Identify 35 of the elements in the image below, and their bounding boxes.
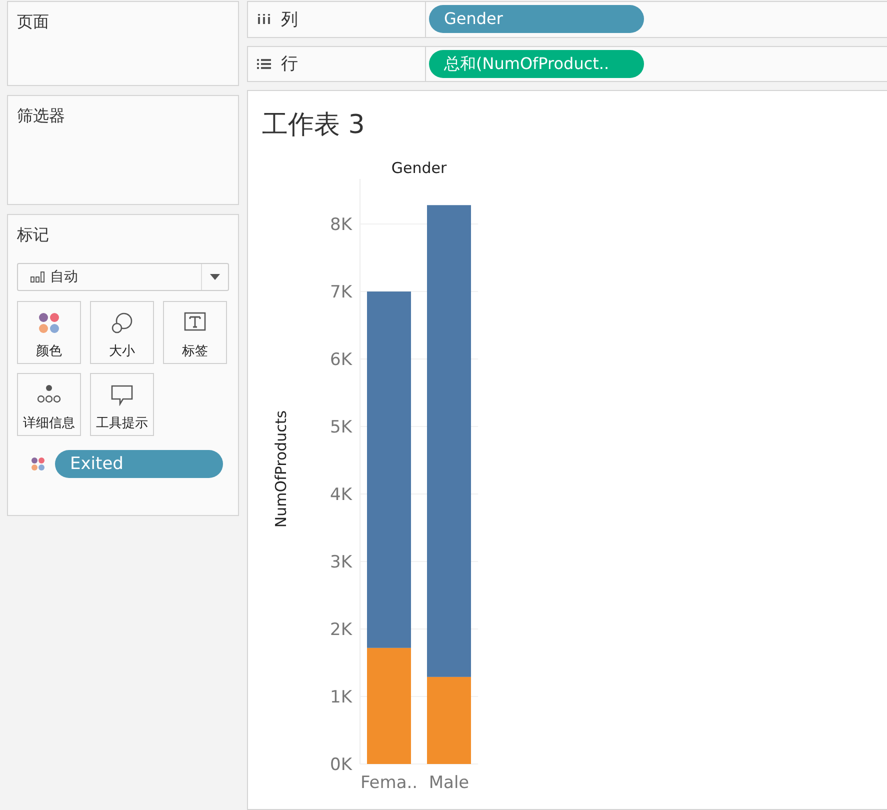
bar-chart-icon (30, 271, 46, 283)
mark-button[interactable]: 标签 (163, 301, 227, 364)
color-dots-icon (38, 312, 60, 334)
worksheet-title: 工作表 3 (262, 109, 366, 142)
mark-button[interactable]: 工具提示 (90, 373, 154, 436)
mark-type-dropdown[interactable]: 自动 (17, 263, 229, 291)
color-dots-icon (31, 457, 45, 471)
dots-icon (37, 384, 61, 404)
axis-tick-label: 8K (330, 215, 352, 236)
axis-tick-label: 2K (330, 620, 352, 640)
category-label: Male (428, 773, 470, 793)
card-title: 标记 (17, 225, 50, 246)
column-header: Gender (391, 159, 447, 177)
mark-button[interactable]: 颜色 (17, 301, 81, 364)
card-title: 页面 (17, 12, 50, 33)
mark-button[interactable]: 详细信息 (17, 373, 81, 436)
axis-tick-label: 3K (330, 552, 352, 572)
mark-button[interactable]: 大小 (90, 301, 154, 364)
axis-tick-label: 5K (330, 418, 352, 438)
axis-title: NumOfProducts (272, 410, 290, 528)
card-title: 筛选器 (17, 106, 66, 127)
axis-tick-label: 7K (330, 282, 352, 303)
speech-bubble-icon (111, 384, 133, 406)
text-box-icon (184, 312, 206, 332)
axis-tick-label: 4K (330, 485, 352, 505)
list-icon (257, 58, 271, 69)
circles-icon (111, 312, 133, 334)
axis-tick-label: 1K (330, 688, 352, 708)
axis-tick-label: 6K (330, 350, 352, 370)
columns-icon (257, 14, 271, 24)
shelf-label: 行 (281, 53, 298, 76)
axis-tick-label: 0K (330, 755, 352, 775)
caret-icon (209, 273, 221, 281)
shelf-label: 列 (281, 8, 298, 31)
category-label: Fema.. (360, 773, 418, 793)
